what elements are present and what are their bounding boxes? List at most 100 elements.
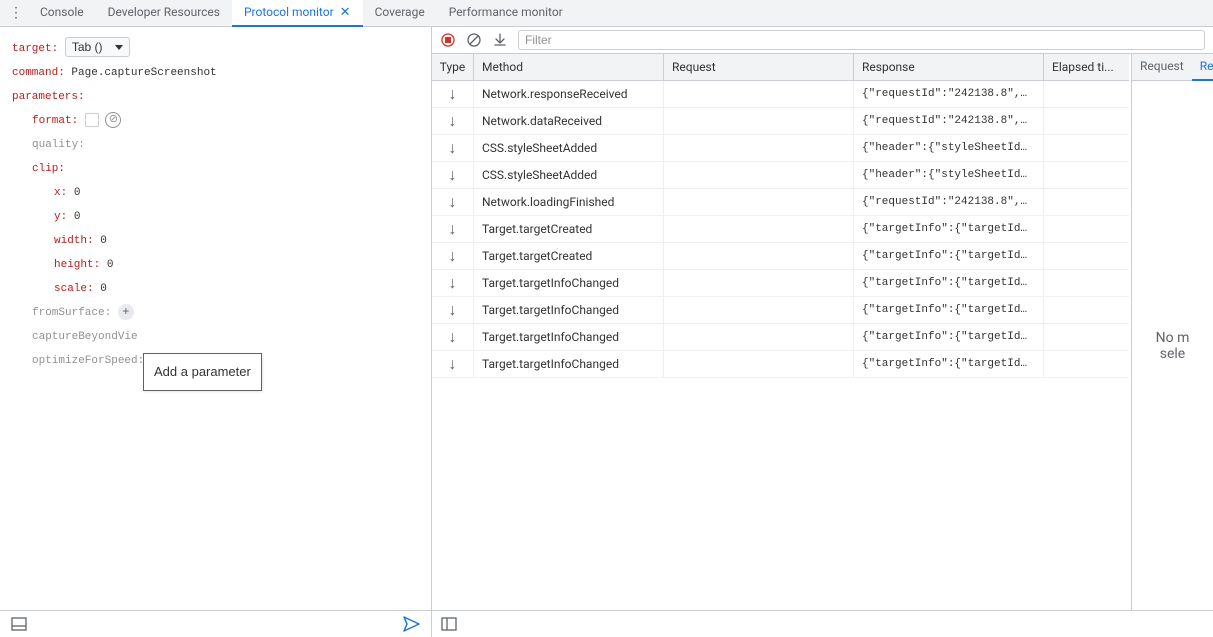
record-icon[interactable] <box>440 32 456 48</box>
detail-body: No m sele <box>1132 81 1213 610</box>
response-cell: {"requestId":"242138.8",… <box>862 88 1035 100</box>
close-icon[interactable]: ✕ <box>340 5 351 20</box>
top-tab-bar: ⋮ Console Developer Resources Protocol m… <box>0 0 1213 27</box>
log-table: Type Method Request Response Elapsed ti.… <box>432 54 1129 610</box>
target-key: target <box>12 43 52 55</box>
arrow-down-icon: ↓ <box>449 138 457 158</box>
width-key: width <box>54 235 87 247</box>
response-cell: {"requestId":"242138.8",… <box>862 115 1035 127</box>
method-cell: Network.loadingFinished <box>482 195 655 209</box>
method-cell: Target.targetCreated <box>482 222 655 236</box>
width-value[interactable]: 0 <box>100 235 107 247</box>
table-row[interactable]: ↓ Target.targetInfoChanged {"targetInfo":{… <box>432 270 1129 297</box>
drawer-icon[interactable] <box>10 615 28 633</box>
tab-performance-monitor[interactable]: Performance monitor <box>437 0 575 27</box>
command-value[interactable]: Page.captureScreenshot <box>71 67 216 79</box>
response-cell: {"targetInfo":{"targetId… <box>862 223 1035 235</box>
tab-label: Protocol monitor <box>244 5 334 19</box>
command-panel: target: Tab () command: Page.captureScre… <box>0 27 432 637</box>
tab-protocol-monitor[interactable]: Protocol monitor ✕ <box>232 0 363 27</box>
arrow-down-icon: ↓ <box>449 219 457 239</box>
height-value[interactable]: 0 <box>107 259 114 271</box>
table-row[interactable]: ↓ Target.targetCreated {"targetInfo":{"tar… <box>432 216 1129 243</box>
tooltip-add-parameter: Add a parameter <box>143 353 262 391</box>
split-view-icon[interactable] <box>440 615 458 633</box>
response-cell: {"header":{"styleSheetId… <box>862 142 1035 154</box>
col-response[interactable]: Response <box>854 54 1044 80</box>
scale-key: scale <box>54 283 87 295</box>
optimizeforspeed-key: optimizeForSpeed <box>32 355 138 367</box>
table-row[interactable]: ↓ Network.dataReceived {"requestId":"24213… <box>432 108 1129 135</box>
response-cell: {"targetInfo":{"targetId… <box>862 331 1035 343</box>
response-cell: {"targetInfo":{"targetId… <box>862 358 1035 370</box>
tab-label: Developer Resources <box>108 5 220 19</box>
download-icon[interactable] <box>492 32 508 48</box>
table-row[interactable]: ↓ CSS.styleSheetAdded {"header":{"styleShe… <box>432 135 1129 162</box>
scale-value[interactable]: 0 <box>100 283 107 295</box>
table-row[interactable]: ↓Target.targetCreated{"targetInfo":{"tar… <box>432 243 1129 270</box>
format-key: format <box>32 115 72 127</box>
y-value[interactable]: 0 <box>74 211 81 223</box>
method-cell: Target.targetCreated <box>482 249 655 263</box>
arrow-down-icon: ↓ <box>449 165 457 185</box>
response-cell: {"targetInfo":{"targetId… <box>862 277 1035 289</box>
method-cell: Network.responseReceived <box>482 87 655 101</box>
arrow-down-icon: ↓ <box>449 327 457 347</box>
detail-pane: Request Re No m sele <box>1131 54 1213 610</box>
parameters-key: parameters <box>12 91 78 103</box>
capturebeyondviewport-key: captureBeyondVie <box>32 331 138 343</box>
target-select[interactable]: Tab () <box>65 37 130 57</box>
response-cell: {"targetInfo":{"targetId… <box>862 250 1035 262</box>
table-row[interactable]: ↓ CSS.styleSheetAdded {"header":{"styleShe… <box>432 162 1129 189</box>
table-body: ↓ Network.responseReceived {"requestId":"2… <box>432 81 1129 610</box>
y-key: y <box>54 211 61 223</box>
method-cell: CSS.styleSheetAdded <box>482 141 655 155</box>
format-input[interactable] <box>85 113 99 127</box>
add-parameter-button[interactable]: + <box>118 304 134 320</box>
arrow-down-icon: ↓ <box>449 273 457 293</box>
col-type[interactable]: Type <box>432 54 474 80</box>
send-icon[interactable] <box>403 615 421 633</box>
tab-response[interactable]: Re <box>1192 54 1213 81</box>
height-key: height <box>54 259 94 271</box>
table-row[interactable]: ↓ Target.targetInfoChanged {"targetInfo":{… <box>432 351 1129 378</box>
response-cell: {"requestId":"242138.8",… <box>862 196 1035 208</box>
method-cell: CSS.styleSheetAdded <box>482 168 655 182</box>
more-tabs-button[interactable]: ⋮ <box>4 5 28 21</box>
table-row[interactable]: ↓Target.targetInfoChanged{"targetInfo":{… <box>432 297 1129 324</box>
tab-coverage[interactable]: Coverage <box>363 0 437 27</box>
tab-request[interactable]: Request <box>1132 54 1192 81</box>
x-value[interactable]: 0 <box>74 187 81 199</box>
table-row[interactable]: ↓ Network.responseReceived {"requestId":"2… <box>432 81 1129 108</box>
arrow-down-icon: ↓ <box>449 111 457 131</box>
method-cell: Target.targetInfoChanged <box>482 330 655 344</box>
tab-developer-resources[interactable]: Developer Resources <box>96 0 232 27</box>
tab-label: Coverage <box>375 5 425 19</box>
response-cell: {"header":{"styleSheetId… <box>862 169 1035 181</box>
col-request[interactable]: Request <box>664 54 854 80</box>
method-cell: Target.targetInfoChanged <box>482 357 655 371</box>
quality-key: quality <box>32 139 78 151</box>
col-method[interactable]: Method <box>474 54 664 80</box>
method-cell: Target.targetInfoChanged <box>482 276 655 290</box>
table-header: Type Method Request Response Elapsed ti.… <box>432 54 1129 81</box>
help-icon[interactable]: ⊘ <box>105 112 121 128</box>
left-footer <box>0 610 431 637</box>
tab-console[interactable]: Console <box>28 0 96 27</box>
clear-icon[interactable] <box>466 32 482 48</box>
x-key: x <box>54 187 61 199</box>
tab-label: Performance monitor <box>449 5 563 19</box>
command-editor: target: Tab () command: Page.captureScre… <box>0 27 431 610</box>
col-elapsed[interactable]: Elapsed ti... <box>1044 54 1114 80</box>
arrow-down-icon: ↓ <box>449 84 457 104</box>
method-cell: Network.dataReceived <box>482 114 655 128</box>
right-footer <box>432 610 1213 637</box>
arrow-down-icon: ↓ <box>449 354 457 374</box>
command-key: command <box>12 67 58 79</box>
table-row[interactable]: ↓Network.loadingFinished{"requestId":"24… <box>432 189 1129 216</box>
table-row[interactable]: ↓ Target.targetInfoChanged {"targetInfo":{… <box>432 324 1129 351</box>
filter-input[interactable] <box>518 30 1205 50</box>
detail-tabs: Request Re <box>1132 54 1213 81</box>
tab-label: Console <box>40 5 84 19</box>
clip-key: clip <box>32 163 58 175</box>
